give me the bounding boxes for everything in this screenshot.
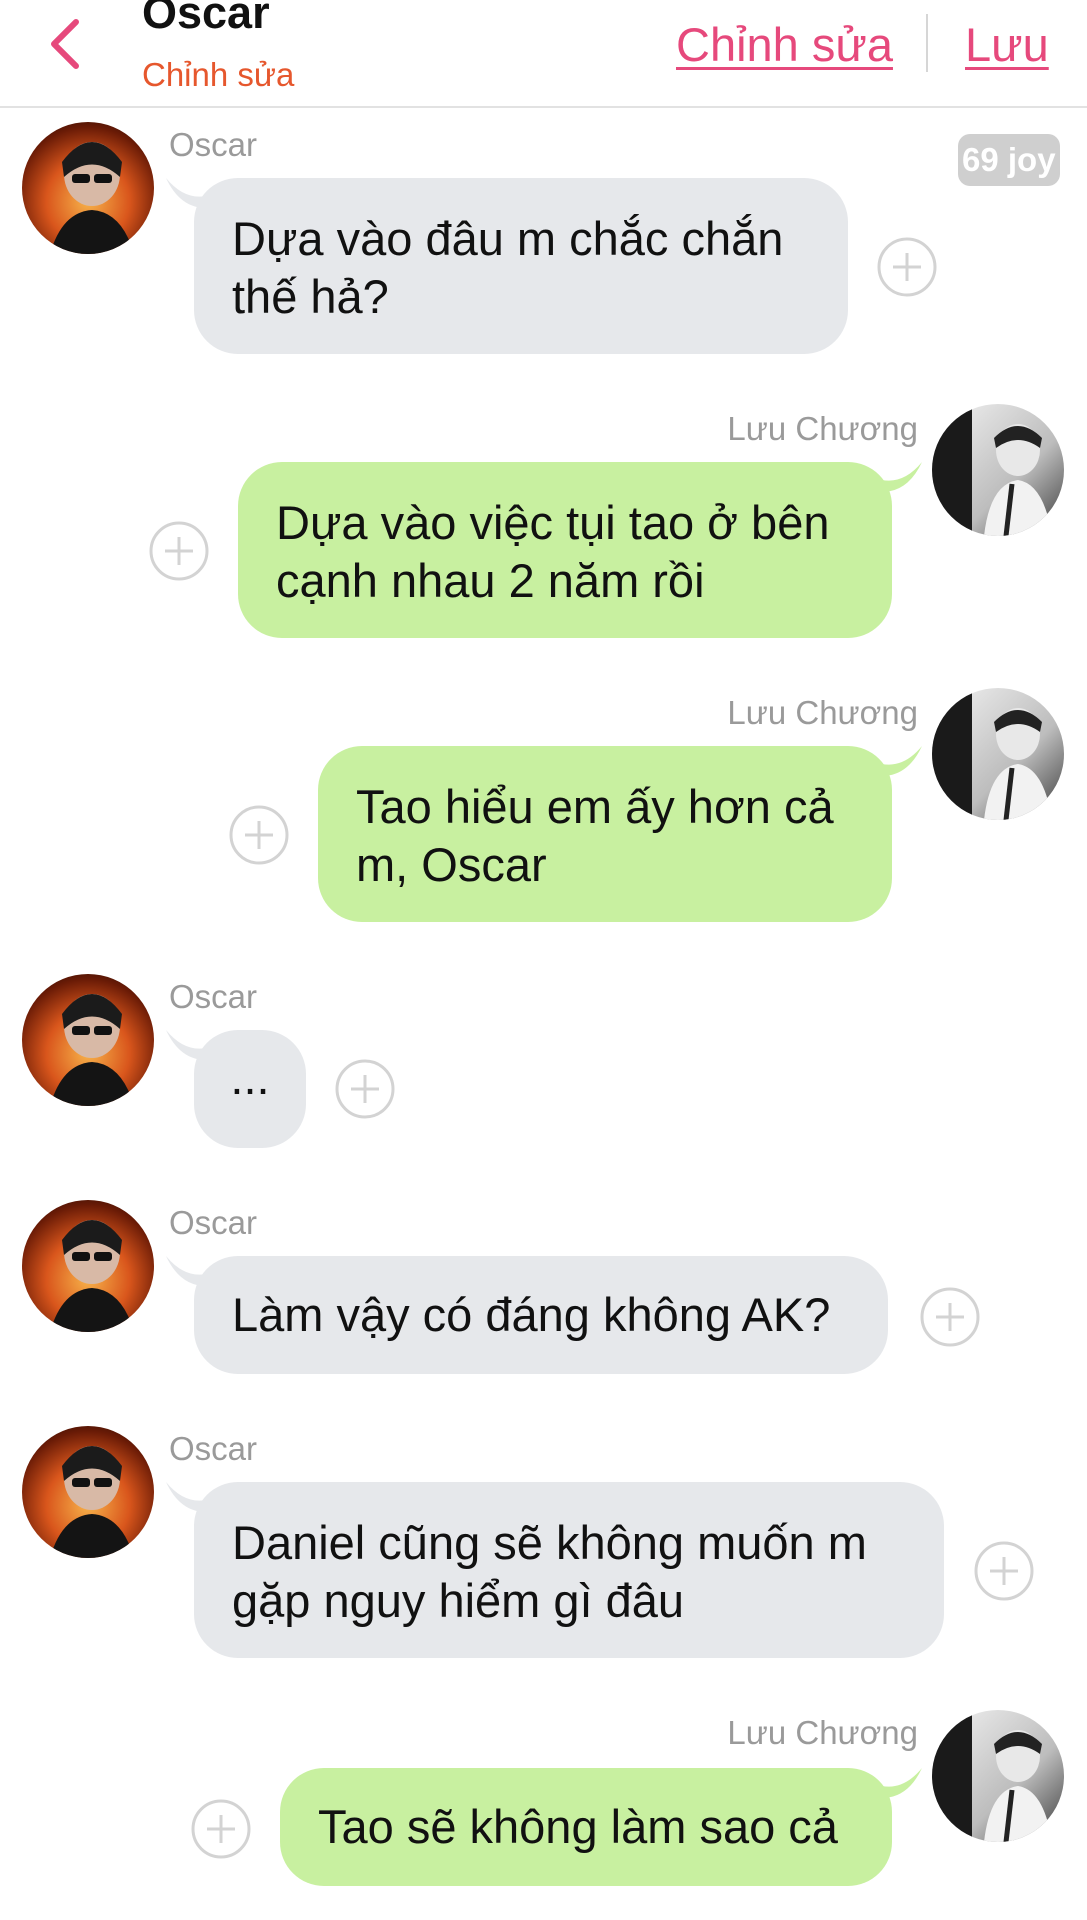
message-bubble[interactable]: Tao sẽ không làm sao cả — [280, 1768, 892, 1886]
plus-circle-icon[interactable] — [919, 1286, 981, 1348]
message-text: Dựa vào đâu m chắc chắn thế hả? — [232, 212, 784, 323]
message-bubble[interactable]: Daniel cũng sẽ không muốn m gặp nguy hiể… — [194, 1482, 944, 1658]
avatar-oscar[interactable] — [22, 1426, 154, 1558]
save-button[interactable]: Lưu — [965, 18, 1049, 72]
edit-button[interactable]: Chỉnh sửa — [676, 18, 893, 72]
sender-name: Oscar — [169, 978, 258, 1015]
message-text: Tao sẽ không làm sao cả — [318, 1800, 838, 1853]
plus-circle-icon[interactable] — [148, 520, 210, 582]
message-text: Dựa vào việc tụi tao ở bên cạnh nhau 2 n… — [276, 496, 830, 607]
message-bubble[interactable]: ... — [194, 1030, 306, 1148]
message-text: Daniel cũng sẽ không muốn m gặp nguy hiể… — [232, 1516, 867, 1627]
avatar-oscar[interactable] — [22, 122, 154, 254]
reaction-count-badge[interactable]: 69 joy — [958, 134, 1060, 186]
plus-circle-icon[interactable] — [973, 1540, 1035, 1602]
avatar-oscar[interactable] — [22, 1200, 154, 1332]
plus-circle-icon[interactable] — [190, 1798, 252, 1860]
message-text: Tao hiểu em ấy hơn cả m, Oscar — [356, 780, 834, 891]
message-text: Làm vậy có đáng không AK? — [232, 1288, 831, 1341]
sender-name: Oscar — [169, 1430, 258, 1467]
avatar-oscar[interactable] — [22, 974, 154, 1106]
message-bubble[interactable]: Tao hiểu em ấy hơn cả m, Oscar — [318, 746, 892, 922]
message-bubble[interactable]: Dựa vào đâu m chắc chắn thế hả? — [194, 178, 848, 354]
avatar-luu-chuong[interactable] — [932, 404, 1064, 536]
sender-name: Lưu Chương — [727, 410, 918, 447]
sender-name: Lưu Chương — [727, 1714, 918, 1751]
sender-name: Oscar — [169, 126, 258, 163]
plus-circle-icon[interactable] — [228, 804, 290, 866]
header-divider — [926, 14, 928, 72]
message-bubble[interactable]: Làm vậy có đáng không AK? — [194, 1256, 888, 1374]
chat-title: Oscar — [142, 0, 270, 38]
chevron-left-icon[interactable] — [46, 14, 86, 74]
top-bar: Oscar Chỉnh sửa Chỉnh sửa Lưu — [0, 0, 1087, 108]
avatar-luu-chuong[interactable] — [932, 1710, 1064, 1842]
plus-circle-icon[interactable] — [876, 236, 938, 298]
plus-circle-icon[interactable] — [334, 1058, 396, 1120]
message-bubble[interactable]: Dựa vào việc tụi tao ở bên cạnh nhau 2 n… — [238, 462, 892, 638]
sender-name: Oscar — [169, 1204, 258, 1241]
sender-name: Lưu Chương — [727, 694, 918, 731]
chat-subtitle[interactable]: Chỉnh sửa — [142, 58, 294, 91]
message-text: ... — [230, 1051, 270, 1104]
avatar-luu-chuong[interactable] — [932, 688, 1064, 820]
